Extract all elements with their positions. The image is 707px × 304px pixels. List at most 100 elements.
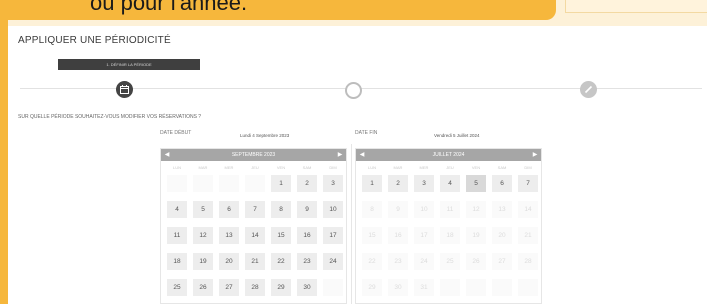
start-calendar-day-cell[interactable]: 26	[193, 279, 213, 296]
end-calendar-day-cell[interactable]: 23	[388, 253, 408, 270]
calendar-icon	[120, 85, 129, 94]
end-calendar-day-cell[interactable]: 5	[466, 175, 486, 192]
end-month-title: JUILLET 2024	[432, 152, 465, 158]
start-calendar-day-cell[interactable]: 7	[245, 201, 265, 218]
start-calendar-day-cell[interactable]: 18	[167, 253, 187, 270]
start-calendar-day-cell[interactable]: 5	[193, 201, 213, 218]
start-calendar-day-cell[interactable]: 25	[167, 279, 187, 296]
start-calendar-day-cell[interactable]: 12	[193, 227, 213, 244]
start-calendar-day-cell[interactable]: 29	[271, 279, 291, 296]
step-tag: 1. DÉFINIR LA PÉRIODE	[58, 59, 200, 70]
callout-text: ou pour l'année.	[90, 0, 248, 15]
start-calendar-weekday-label: SAM	[302, 165, 312, 170]
start-calendar-day-cell[interactable]: 23	[297, 253, 317, 270]
end-calendar-day-cell[interactable]: 2	[388, 175, 408, 192]
start-calendar-day-cell[interactable]: 16	[297, 227, 317, 244]
start-calendar-weekday-label: MAR	[198, 165, 208, 170]
step-2-circle[interactable]	[345, 82, 362, 99]
start-calendar-weekday-label: VEN	[276, 165, 286, 170]
start-calendar-day-cell	[219, 175, 239, 192]
end-calendar-day-cell[interactable]: 16	[388, 227, 408, 244]
start-calendar-weekday-label: MER	[224, 165, 234, 170]
start-calendar-day-cell[interactable]: 9	[297, 201, 317, 218]
start-date-value[interactable]: Lundi 4 Septembre 2023	[240, 133, 289, 138]
start-calendar-day-cell[interactable]: 1	[271, 175, 291, 192]
end-calendar-day-cell[interactable]: 3	[414, 175, 434, 192]
end-calendar-day-cell[interactable]: 21	[518, 227, 538, 244]
end-calendar-day-cell[interactable]: 24	[414, 253, 434, 270]
end-calendar-day-cell[interactable]: 29	[362, 279, 382, 296]
start-calendar-day-cell[interactable]: 14	[245, 227, 265, 244]
end-next-month-button[interactable]: ▶	[529, 149, 541, 161]
start-calendar-day-cell	[245, 175, 265, 192]
end-calendar-day-cell[interactable]: 28	[518, 253, 538, 270]
start-calendar-day-cell[interactable]: 6	[219, 201, 239, 218]
end-calendar-day-cell[interactable]: 27	[492, 253, 512, 270]
end-calendar-day-cell[interactable]: 9	[388, 201, 408, 218]
start-calendar-day-cell[interactable]: 28	[245, 279, 265, 296]
end-calendar-day-cell[interactable]: 7	[518, 175, 538, 192]
end-calendar-day-cell[interactable]: 14	[518, 201, 538, 218]
end-calendar-day-cell	[518, 279, 538, 296]
start-prev-month-button[interactable]: ◀	[161, 149, 173, 161]
start-calendar-day-cell[interactable]: 19	[193, 253, 213, 270]
end-calendar-day-cell[interactable]: 30	[388, 279, 408, 296]
start-calendar-weekday-label: DIM	[329, 165, 337, 170]
start-calendar-day-cell[interactable]: 4	[167, 201, 187, 218]
end-calendar-day-cell[interactable]: 20	[492, 227, 512, 244]
end-calendar-day-cell[interactable]: 31	[414, 279, 434, 296]
start-calendar-weekday-label: JEU	[251, 165, 259, 170]
end-calendar-day-cell[interactable]: 12	[466, 201, 486, 218]
start-calendar-day-cell[interactable]: 20	[219, 253, 239, 270]
start-calendar-day-cell[interactable]: 24	[323, 253, 343, 270]
end-calendar-day-cell[interactable]: 18	[440, 227, 460, 244]
edit-icon	[584, 85, 593, 94]
end-calendar-day-cell[interactable]: 4	[440, 175, 460, 192]
end-calendar-day-cell	[440, 279, 460, 296]
end-calendar-weekday-label: MAR	[393, 165, 403, 170]
end-calendar-day-cell[interactable]: 1	[362, 175, 382, 192]
end-calendar-day-cell	[492, 279, 512, 296]
start-calendar-day-cell[interactable]: 8	[271, 201, 291, 218]
start-next-month-button[interactable]: ▶	[334, 149, 346, 161]
end-calendar-day-cell[interactable]: 6	[492, 175, 512, 192]
end-calendar-day-cell[interactable]: 22	[362, 253, 382, 270]
start-calendar-day-cell[interactable]: 17	[323, 227, 343, 244]
step-1-circle[interactable]	[116, 81, 133, 98]
start-date-label: DATE DÉBUT	[160, 130, 192, 136]
start-calendar-day-cell[interactable]: 13	[219, 227, 239, 244]
end-calendar-day-cell[interactable]: 17	[414, 227, 434, 244]
end-calendar-day-cell[interactable]: 13	[492, 201, 512, 218]
start-calendar-day-cell	[167, 175, 187, 192]
start-calendar-day-cell[interactable]: 2	[297, 175, 317, 192]
period-question: SUR QUELLE PÉRIODE SOUHAITEZ-VOUS MODIFI…	[18, 114, 202, 120]
end-calendar-day-cell[interactable]: 25	[440, 253, 460, 270]
end-calendar-day-cell	[466, 279, 486, 296]
end-calendar-day-cell[interactable]: 15	[362, 227, 382, 244]
start-calendar-day-cell[interactable]: 3	[323, 175, 343, 192]
start-calendar-day-cell[interactable]: 21	[245, 253, 265, 270]
end-date-value[interactable]: Vendredi 5 Juillet 2024	[434, 133, 480, 138]
start-calendar-day-cell[interactable]: 27	[219, 279, 239, 296]
end-calendar-day-cell[interactable]: 10	[414, 201, 434, 218]
end-calendar-weekday-label: MER	[419, 165, 429, 170]
step-3-circle[interactable]	[580, 81, 597, 98]
start-calendar-day-cell[interactable]: 15	[271, 227, 291, 244]
start-calendar-day-cell[interactable]: 11	[167, 227, 187, 244]
calendar-divider	[351, 144, 352, 304]
end-calendar-day-cell[interactable]: 26	[466, 253, 486, 270]
start-calendar-day-cell[interactable]: 30	[297, 279, 317, 296]
end-calendar-weekday-label: JEU	[446, 165, 454, 170]
end-calendar-header: ◀ JUILLET 2024 ▶	[356, 149, 541, 161]
end-calendar-day-cell[interactable]: 19	[466, 227, 486, 244]
end-date-label: DATE FIN	[355, 130, 378, 136]
end-calendar-weekday-label: LUN	[367, 165, 376, 170]
start-calendar-day-cell[interactable]: 10	[323, 201, 343, 218]
start-calendar-header: ◀ SEPTEMBRE 2023 ▶	[161, 149, 346, 161]
end-prev-month-button[interactable]: ◀	[356, 149, 368, 161]
top-right-box	[565, 0, 707, 13]
section-title: APPLIQUER UNE PÉRIODICITÉ	[18, 35, 171, 46]
start-calendar-day-cell[interactable]: 22	[271, 253, 291, 270]
end-calendar-day-cell[interactable]: 8	[362, 201, 382, 218]
end-calendar-day-cell[interactable]: 11	[440, 201, 460, 218]
